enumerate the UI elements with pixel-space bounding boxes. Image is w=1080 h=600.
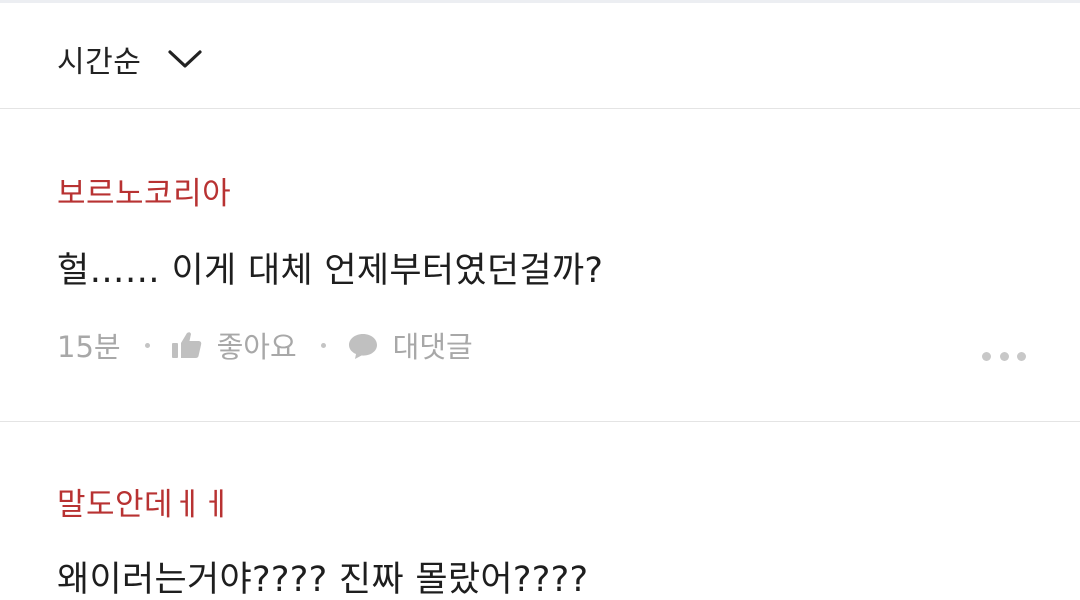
sort-bar: 시간순 xyxy=(0,3,1080,109)
comment-item: 말도안데ㅔㅔ 왜이러는거야???? 진짜 몰랐어???? xyxy=(0,423,1080,600)
comment-time: 15분 xyxy=(57,330,121,364)
comment-author[interactable]: 말도안데ㅔㅔ xyxy=(57,479,231,524)
reply-button[interactable]: 대댓글 xyxy=(347,324,473,366)
comment-text: 왜이러는거야???? 진짜 몰랐어???? xyxy=(57,560,589,600)
more-dots-icon xyxy=(982,351,991,361)
like-label: 좋아요 xyxy=(216,330,297,364)
reply-label: 대댓글 xyxy=(392,330,473,364)
comment-meta: 15분 좋아요 대댓글 xyxy=(57,323,473,367)
chevron-down-icon xyxy=(168,50,202,68)
comment-text: 헐…… 이게 대체 언제부터였던걸까? xyxy=(57,251,604,291)
meta-separator xyxy=(320,342,326,348)
speech-bubble-icon xyxy=(348,334,377,359)
more-dots-icon xyxy=(1017,351,1026,361)
sort-dropdown[interactable]: 시간순 xyxy=(57,37,203,81)
like-button[interactable]: 좋아요 xyxy=(171,324,297,366)
comments-page: 시간순 보르노코리아 헐…… 이게 대체 언제부터였던걸까? 15분 좋아요 대… xyxy=(0,0,1080,600)
thumbs-up-icon xyxy=(171,332,201,358)
more-options-button[interactable] xyxy=(982,350,1026,362)
comment-author[interactable]: 보르노코리아 xyxy=(57,168,231,213)
more-dots-icon xyxy=(999,351,1009,361)
comment-item: 보르노코리아 헐…… 이게 대체 언제부터였던걸까? 15분 좋아요 대댓글 xyxy=(0,110,1080,422)
sort-label: 시간순 xyxy=(57,45,142,80)
meta-separator xyxy=(144,342,150,348)
